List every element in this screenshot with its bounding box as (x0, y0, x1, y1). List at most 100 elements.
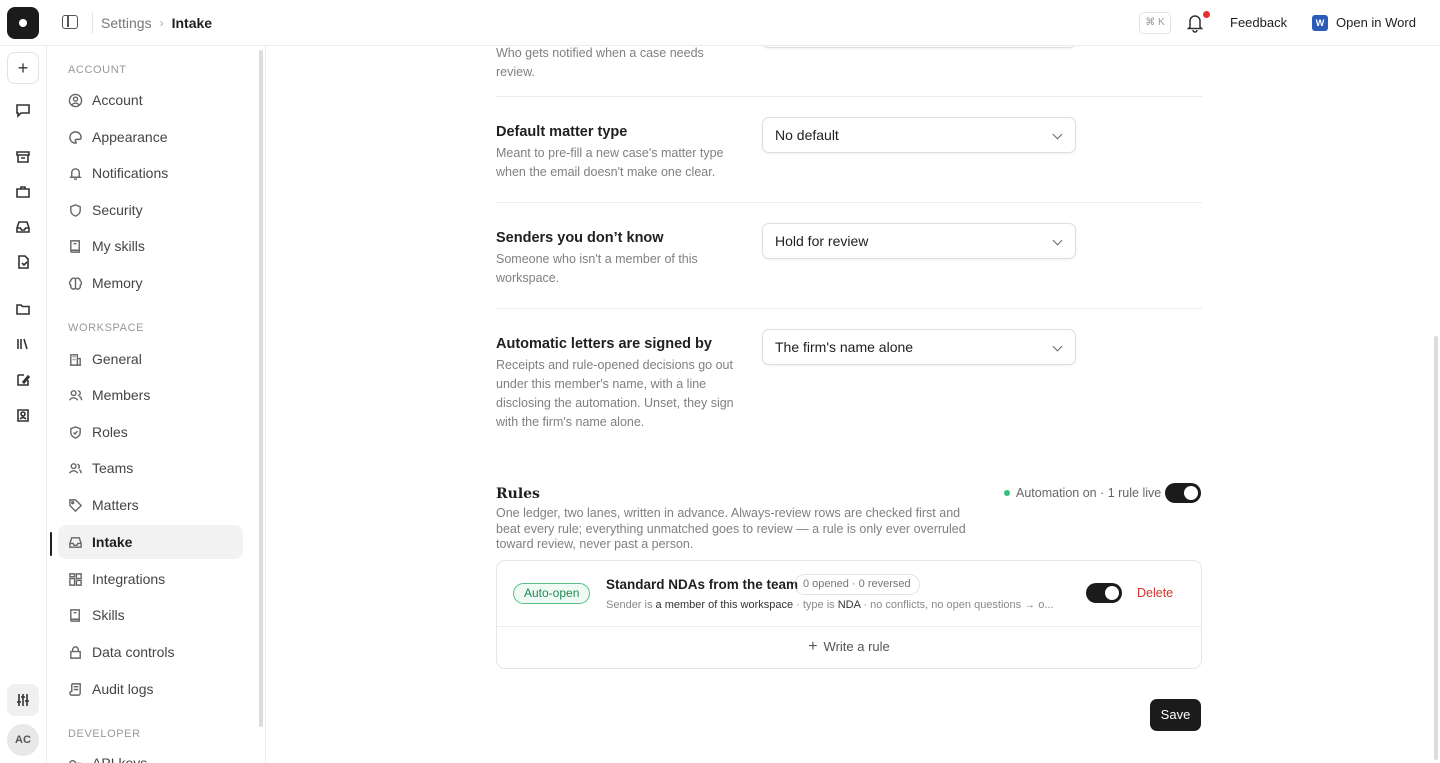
divider (497, 626, 1201, 627)
review-notify-select[interactable] (762, 46, 1076, 48)
new-icon[interactable]: + (7, 52, 39, 84)
divider (496, 96, 1202, 97)
sidebar-item-label: Matters (92, 497, 139, 513)
sidebar-item-members[interactable]: Members (58, 378, 243, 412)
chevron-down-icon (1052, 341, 1063, 352)
left-rail: + AC (0, 46, 47, 763)
sidebar-toggle-icon[interactable] (62, 15, 78, 29)
sidebar-item-label: Account (92, 92, 143, 108)
section-title-developer: DEVELOPER (68, 728, 141, 740)
sliders-icon[interactable] (7, 684, 39, 716)
sidebar-item-label: Data controls (92, 644, 175, 660)
settings-sidebar: ACCOUNT Account Appearance Notifications… (48, 46, 266, 763)
sidebar-item-general[interactable]: General (58, 342, 243, 376)
rule-conditions: Sender is a member of this workspace · t… (606, 599, 1076, 611)
sidebar-item-roles[interactable]: Roles (58, 415, 243, 449)
setting-desc: Receipts and rule-opened decisions go ou… (496, 358, 734, 429)
unknown-senders-select[interactable]: Hold for review (762, 223, 1076, 259)
rule-name[interactable]: Standard NDAs from the team (606, 577, 798, 592)
key-icon (69, 759, 82, 763)
folder-icon[interactable] (7, 293, 39, 325)
sidebar-item-label: Teams (92, 460, 134, 476)
page-scrollbar[interactable] (1434, 336, 1438, 760)
plus-icon: + (808, 638, 818, 655)
palette-icon (69, 130, 82, 144)
inbox-icon[interactable] (7, 211, 39, 243)
briefcase-icon[interactable] (7, 176, 39, 208)
sidebar-item-data-controls[interactable]: Data controls (58, 635, 243, 669)
section-title-account: ACCOUNT (68, 64, 127, 76)
sidebar-item-skills[interactable]: Skills (58, 598, 243, 632)
sidebar-item-notifications[interactable]: Notifications (58, 156, 243, 190)
rules-list: Auto-open Standard NDAs from the team 0 … (496, 560, 1202, 669)
rule-count-badge: 0 opened · 0 reversed (794, 574, 920, 595)
sidebar-item-audit-logs[interactable]: Audit logs (58, 672, 243, 706)
open-in-word-button[interactable]: Open in Word (1336, 15, 1416, 30)
setting-desc: Someone who isn't a member of this works… (496, 252, 698, 285)
sidebar-item-label: Skills (92, 607, 125, 623)
building-icon (69, 353, 82, 366)
sidebar-item-matters[interactable]: Matters (58, 488, 243, 522)
section-title-workspace: WORKSPACE (68, 322, 145, 334)
active-indicator (50, 532, 52, 556)
divider (496, 308, 1202, 309)
bell-icon[interactable] (1186, 13, 1204, 33)
team-icon (68, 462, 82, 474)
sidebar-item-integrations[interactable]: Integrations (58, 562, 243, 596)
setting-desc: Meant to pre-fill a new case's matter ty… (496, 146, 724, 179)
cond-text: · no conflicts, no open questions → o... (860, 599, 1054, 611)
library-icon[interactable] (7, 328, 39, 360)
write-rule-button[interactable]: + Write a rule (497, 638, 1201, 656)
cond-value: a member of this workspace (655, 599, 794, 611)
scroll-icon (69, 682, 81, 696)
app-logo[interactable] (7, 7, 39, 39)
sidebar-item-my-skills[interactable]: My skills (58, 229, 243, 263)
sidebar-item-appearance[interactable]: Appearance (58, 120, 243, 154)
users-icon (68, 389, 83, 401)
breadcrumb: Settings › Intake (101, 15, 212, 31)
sidebar-item-teams[interactable]: Teams (58, 451, 243, 485)
sidebar-item-label: Members (92, 387, 151, 403)
sidebar-item-api-keys[interactable]: API keys (58, 746, 243, 763)
sidebar-item-account[interactable]: Account (58, 83, 243, 117)
breadcrumb-settings[interactable]: Settings (101, 15, 152, 31)
sidebar-item-label: Integrations (92, 571, 166, 587)
edit-icon[interactable] (7, 364, 39, 396)
sidebar-scrollbar[interactable] (259, 50, 263, 727)
save-button[interactable]: Save (1150, 699, 1201, 731)
blocks-icon (69, 572, 82, 586)
automation-status-text: Automation on · 1 rule live (1016, 486, 1162, 500)
sidebar-item-intake[interactable]: Intake (58, 525, 243, 559)
status-dot (1004, 490, 1010, 496)
feedback-button[interactable]: Feedback (1230, 15, 1287, 30)
command-shortcut[interactable]: ⌘ K (1139, 12, 1171, 34)
automation-toggle[interactable] (1165, 483, 1201, 503)
delete-rule-button[interactable]: Delete (1137, 586, 1173, 600)
sidebar-item-security[interactable]: Security (58, 193, 243, 227)
status-badge: Auto-open (513, 583, 591, 604)
default-matter-select[interactable]: No default (762, 117, 1076, 153)
cond-value: NDA (837, 599, 861, 611)
rule-toggle[interactable] (1086, 583, 1122, 603)
document-icon[interactable] (7, 246, 39, 278)
select-value: No default (775, 127, 839, 143)
chevron-down-icon (1052, 129, 1063, 140)
sidebar-item-label: Security (92, 202, 143, 218)
automation-status: Automation on · 1 rule live (1004, 486, 1161, 500)
chat-icon[interactable] (7, 94, 39, 126)
rules-desc: One ledger, two lanes, written in advanc… (496, 506, 966, 551)
sidebar-item-label: My skills (92, 238, 145, 254)
avatar[interactable]: AC (7, 724, 39, 756)
letters-signed-select[interactable]: The firm's name alone (762, 329, 1076, 365)
word-icon: W (1312, 15, 1328, 31)
write-rule-label: Write a rule (823, 639, 890, 654)
setting-desc: Who gets notified when a case needs revi… (496, 46, 704, 79)
select-value: The firm's name alone (775, 339, 914, 355)
main-content: Who gets notified when a case needs revi… (267, 46, 1433, 763)
sidebar-item-label: Notifications (92, 165, 169, 181)
sidebar-item-memory[interactable]: Memory (58, 266, 243, 300)
archive-icon[interactable] (7, 141, 39, 173)
shield-icon (70, 203, 81, 217)
contact-icon[interactable] (7, 399, 39, 431)
breadcrumb-current: Intake (171, 15, 213, 31)
